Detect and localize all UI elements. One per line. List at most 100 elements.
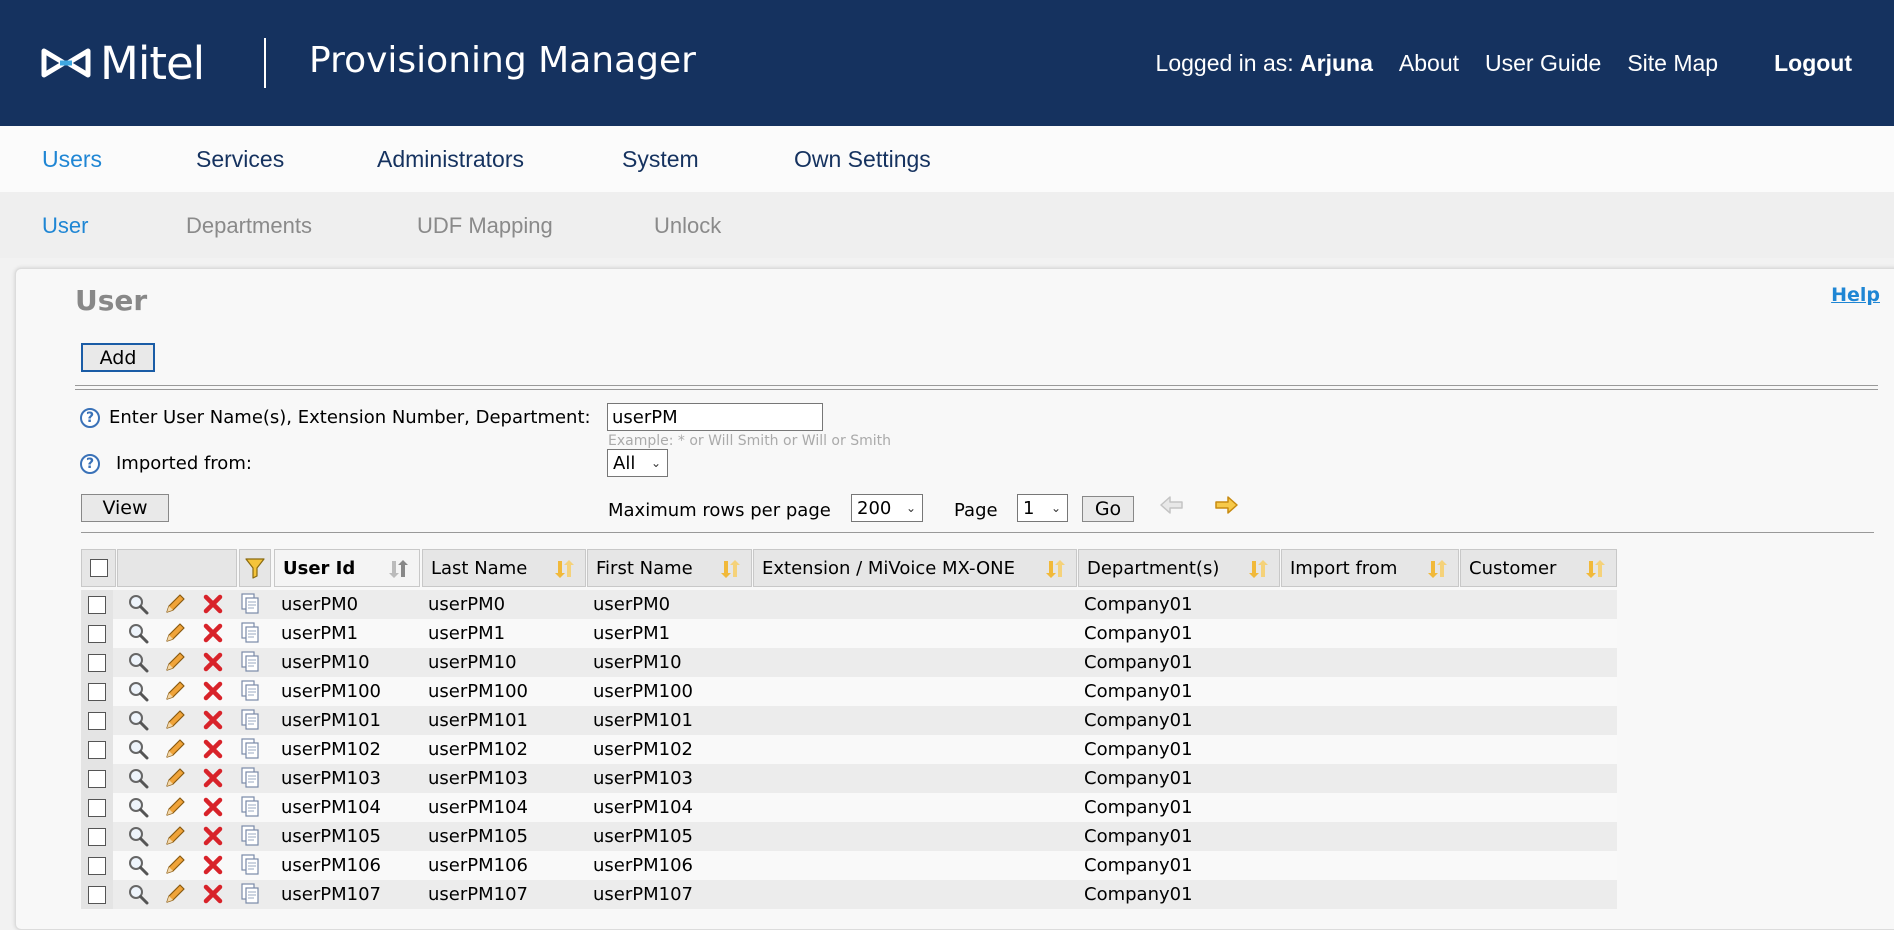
- pencil-icon[interactable]: [164, 854, 186, 876]
- magnifier-icon[interactable]: [127, 825, 149, 847]
- pencil-icon[interactable]: [164, 883, 186, 905]
- mitel-logo[interactable]: Mitel: [40, 37, 205, 90]
- select-all-checkbox[interactable]: [89, 559, 108, 577]
- row-checkbox[interactable]: [88, 856, 106, 875]
- cell-user-id[interactable]: userPM101: [281, 710, 381, 731]
- nav-users[interactable]: Users: [42, 146, 102, 173]
- magnifier-icon[interactable]: [127, 767, 149, 789]
- cell-user-id[interactable]: userPM106: [281, 855, 381, 876]
- subnav-udf-mapping[interactable]: UDF Mapping: [417, 213, 553, 239]
- max-rows-select[interactable]: 200 ⌄: [851, 494, 923, 522]
- next-page-button[interactable]: [1213, 494, 1239, 521]
- column-header-user-id[interactable]: User Id: [274, 549, 420, 587]
- cell-user-id[interactable]: userPM105: [281, 826, 381, 847]
- row-checkbox[interactable]: [88, 653, 106, 672]
- cell-user-id[interactable]: userPM10: [281, 652, 370, 673]
- nav-system[interactable]: System: [622, 146, 699, 173]
- column-header-last-name[interactable]: Last Name: [422, 549, 586, 587]
- cell-user-id[interactable]: userPM102: [281, 739, 381, 760]
- copy-document-icon[interactable]: [239, 680, 261, 702]
- pencil-icon[interactable]: [164, 767, 186, 789]
- copy-document-icon[interactable]: [239, 651, 261, 673]
- delete-x-icon[interactable]: [202, 796, 224, 818]
- copy-document-icon[interactable]: [239, 796, 261, 818]
- delete-x-icon[interactable]: [202, 593, 224, 615]
- magnifier-icon[interactable]: [127, 854, 149, 876]
- pencil-icon[interactable]: [164, 622, 186, 644]
- logout-link[interactable]: Logout: [1774, 50, 1852, 77]
- pencil-icon[interactable]: [164, 680, 186, 702]
- nav-own-settings[interactable]: Own Settings: [794, 146, 931, 173]
- cell-user-id[interactable]: userPM103: [281, 768, 381, 789]
- copy-document-icon[interactable]: [239, 883, 261, 905]
- row-checkbox[interactable]: [88, 740, 106, 759]
- page-select[interactable]: 1 ⌄: [1017, 494, 1068, 522]
- subnav-user[interactable]: User: [42, 213, 88, 239]
- magnifier-icon[interactable]: [127, 593, 149, 615]
- copy-document-icon[interactable]: [239, 738, 261, 760]
- row-checkbox[interactable]: [88, 682, 106, 701]
- subnav-unlock[interactable]: Unlock: [654, 213, 721, 239]
- magnifier-icon[interactable]: [127, 651, 149, 673]
- copy-document-icon[interactable]: [239, 767, 261, 789]
- column-header-first-name[interactable]: First Name: [587, 549, 752, 587]
- nav-services[interactable]: Services: [196, 146, 284, 173]
- view-button[interactable]: View: [81, 494, 169, 522]
- filter-button[interactable]: [239, 549, 271, 587]
- go-button[interactable]: Go: [1082, 496, 1134, 522]
- copy-document-icon[interactable]: [239, 825, 261, 847]
- cell-user-id[interactable]: userPM104: [281, 797, 381, 818]
- copy-document-icon[interactable]: [239, 709, 261, 731]
- pencil-icon[interactable]: [164, 825, 186, 847]
- column-header-import-from[interactable]: Import from: [1281, 549, 1459, 587]
- subnav-departments[interactable]: Departments: [186, 213, 312, 239]
- column-header-customer[interactable]: Customer: [1460, 549, 1617, 587]
- magnifier-icon[interactable]: [127, 883, 149, 905]
- delete-x-icon[interactable]: [202, 854, 224, 876]
- row-checkbox[interactable]: [88, 769, 106, 788]
- user-guide-link[interactable]: User Guide: [1485, 50, 1601, 77]
- nav-administrators[interactable]: Administrators: [377, 146, 524, 173]
- column-header-extension[interactable]: Extension / MiVoice MX-ONE: [753, 549, 1077, 587]
- delete-x-icon[interactable]: [202, 622, 224, 644]
- prev-page-button[interactable]: [1159, 494, 1185, 521]
- column-header-departments[interactable]: Department(s): [1078, 549, 1280, 587]
- magnifier-icon[interactable]: [127, 680, 149, 702]
- pencil-icon[interactable]: [164, 796, 186, 818]
- delete-x-icon[interactable]: [202, 709, 224, 731]
- row-checkbox[interactable]: [88, 595, 106, 614]
- search-input[interactable]: [607, 403, 823, 431]
- site-map-link[interactable]: Site Map: [1627, 50, 1718, 77]
- help-link[interactable]: Help: [1831, 284, 1880, 306]
- pencil-icon[interactable]: [164, 651, 186, 673]
- magnifier-icon[interactable]: [127, 622, 149, 644]
- delete-x-icon[interactable]: [202, 767, 224, 789]
- delete-x-icon[interactable]: [202, 883, 224, 905]
- delete-x-icon[interactable]: [202, 651, 224, 673]
- copy-document-icon[interactable]: [239, 854, 261, 876]
- cell-user-id[interactable]: userPM0: [281, 594, 358, 615]
- cell-user-id[interactable]: userPM1: [281, 623, 358, 644]
- cell-user-id[interactable]: userPM100: [281, 681, 381, 702]
- pencil-icon[interactable]: [164, 738, 186, 760]
- about-link[interactable]: About: [1399, 50, 1459, 77]
- cell-user-id[interactable]: userPM107: [281, 884, 381, 905]
- magnifier-icon[interactable]: [127, 738, 149, 760]
- pencil-icon[interactable]: [164, 593, 186, 615]
- row-checkbox[interactable]: [88, 827, 106, 846]
- delete-x-icon[interactable]: [202, 825, 224, 847]
- copy-document-icon[interactable]: [239, 593, 261, 615]
- search-help-icon[interactable]: ?: [80, 408, 100, 428]
- pencil-icon[interactable]: [164, 709, 186, 731]
- imported-help-icon[interactable]: ?: [80, 454, 100, 474]
- magnifier-icon[interactable]: [127, 709, 149, 731]
- imported-select[interactable]: All ⌄: [607, 449, 668, 477]
- row-checkbox[interactable]: [88, 885, 106, 904]
- row-checkbox[interactable]: [88, 624, 106, 643]
- row-checkbox[interactable]: [88, 711, 106, 730]
- delete-x-icon[interactable]: [202, 738, 224, 760]
- copy-document-icon[interactable]: [239, 622, 261, 644]
- row-checkbox[interactable]: [88, 798, 106, 817]
- delete-x-icon[interactable]: [202, 680, 224, 702]
- magnifier-icon[interactable]: [127, 796, 149, 818]
